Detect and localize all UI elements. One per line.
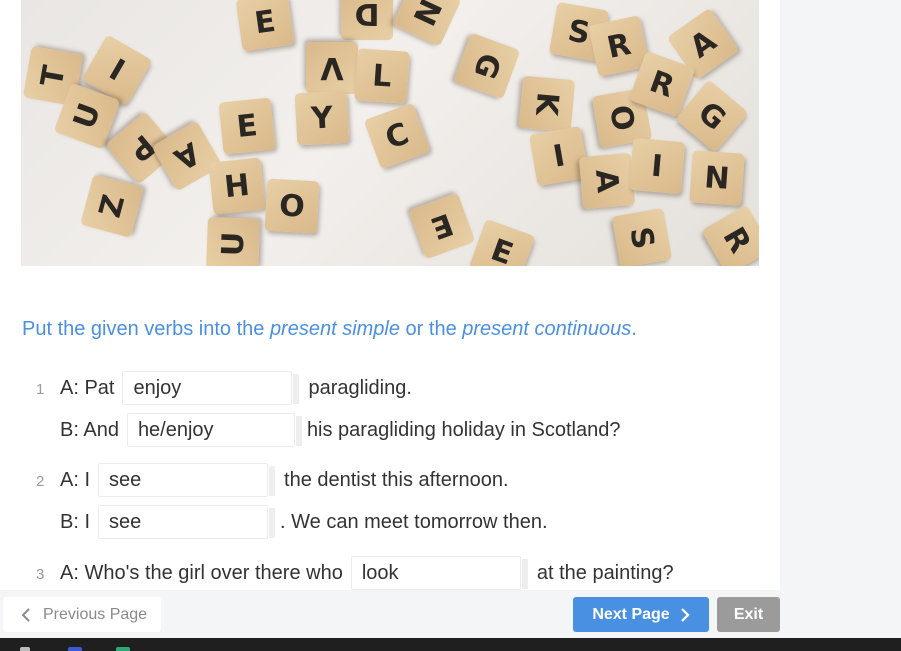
exercise-line: A: I see the dentist this afternoon.: [60, 463, 509, 497]
tile: E: [235, 0, 295, 52]
instruction-text: Put the given verbs into the present sim…: [22, 318, 637, 340]
exercise-line: A: Who's the girl over there who look at…: [60, 556, 674, 590]
tile: G: [453, 32, 521, 100]
taskbar-app-icon[interactable]: [68, 647, 82, 651]
tile: Y: [294, 90, 350, 146]
taskbar-app-icon[interactable]: [20, 647, 30, 651]
answer-input[interactable]: he/enjoy: [126, 413, 302, 447]
exercise-number: 2: [36, 473, 45, 490]
exercise-line: B: And he/enjoy his paragliding holiday …: [60, 413, 620, 447]
exit-button[interactable]: Exit: [717, 597, 780, 632]
answer-input[interactable]: see: [98, 505, 276, 539]
tile: I: [628, 137, 686, 195]
tile: C: [363, 102, 431, 170]
tile: A: [578, 152, 636, 210]
tile: K: [518, 75, 576, 133]
next-page-button[interactable]: Next Page: [573, 597, 709, 632]
previous-page-button[interactable]: Previous Page: [3, 597, 161, 632]
tile: N: [392, 0, 462, 47]
tile: L: [354, 48, 410, 104]
exercise-panel: E D N S R T I V L G A O U E Y K R P A C …: [0, 0, 780, 590]
tile: E: [468, 218, 536, 266]
tile: Z: [80, 174, 144, 238]
tile: R: [701, 204, 759, 266]
tile: E: [218, 97, 276, 155]
tile: N: [689, 150, 745, 206]
chevron-right-icon: [680, 607, 690, 622]
scrabble-tiles-image: E D N S R T I V L G A O U E Y K R P A C …: [21, 0, 759, 266]
chevron-left-icon: [21, 607, 30, 622]
tile: V: [306, 42, 358, 94]
exercise-line: A: Pat enjoy paragliding.: [60, 371, 412, 405]
taskbar: [0, 638, 901, 651]
exercise-line: B: I see . We can meet tomorrow then.: [60, 505, 548, 539]
tile: D: [341, 0, 393, 40]
right-gutter: [780, 0, 901, 590]
tile: O: [264, 178, 320, 234]
tile: S: [611, 207, 673, 266]
answer-input[interactable]: see: [98, 463, 276, 497]
tile: H: [208, 157, 266, 215]
taskbar-app-icon[interactable]: [116, 647, 130, 651]
answer-input[interactable]: enjoy: [122, 371, 300, 405]
tile: U: [206, 217, 260, 266]
exercise-number: 3: [36, 566, 45, 583]
tile: E: [408, 192, 476, 260]
answer-input[interactable]: look: [350, 556, 528, 590]
exercise-number: 1: [36, 381, 45, 398]
